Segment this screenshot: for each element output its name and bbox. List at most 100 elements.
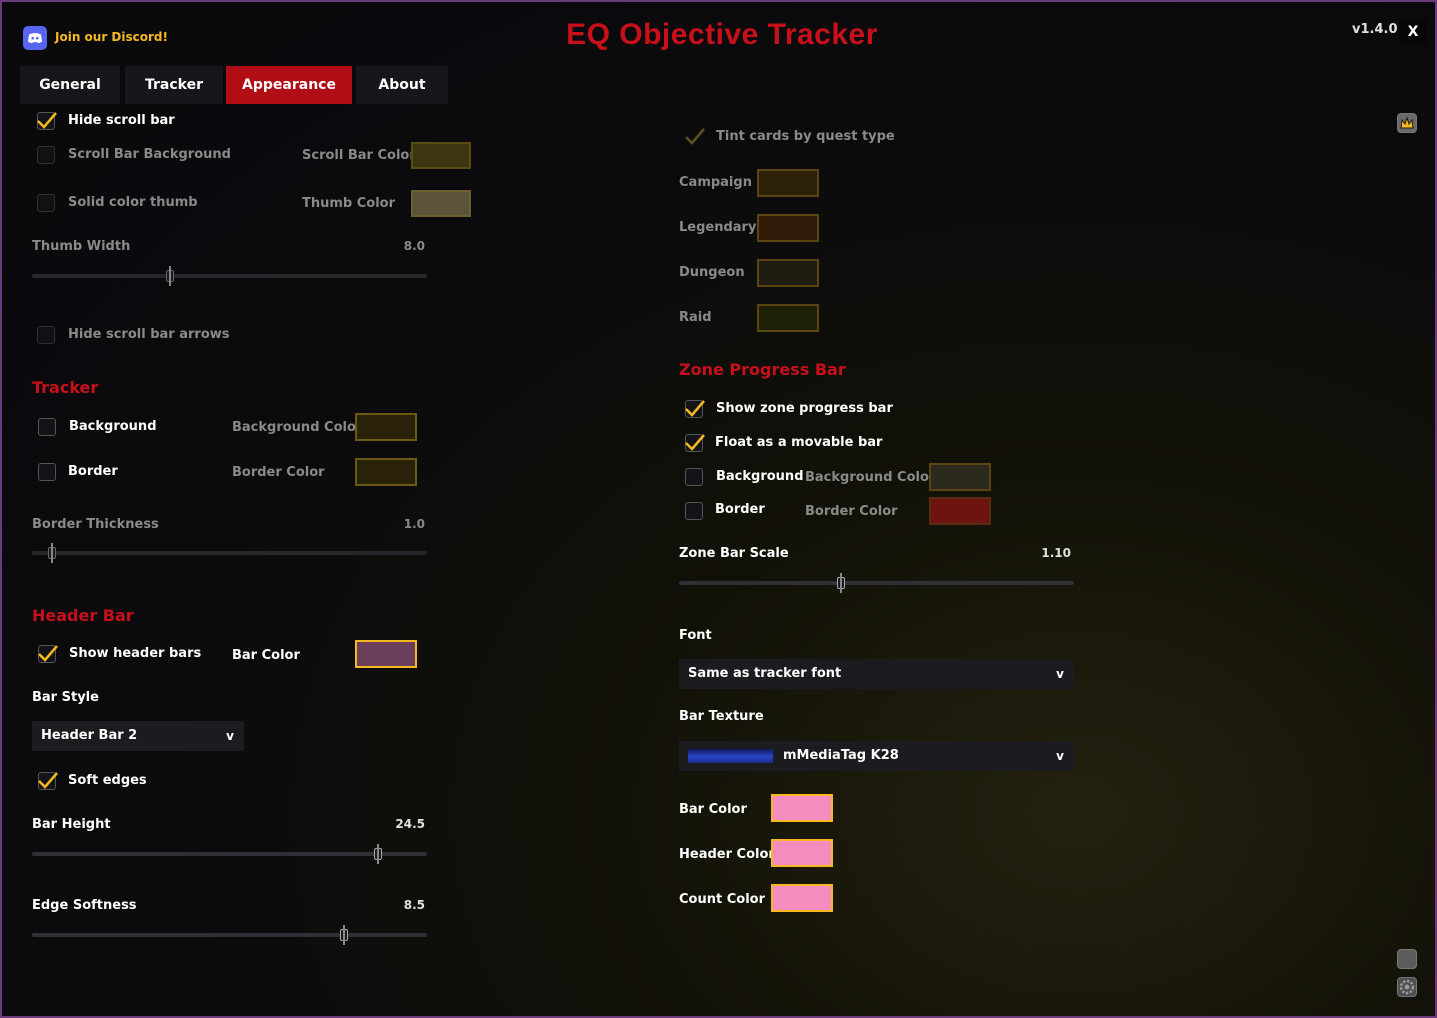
tracker-border-color-swatch[interactable] bbox=[355, 458, 417, 486]
bar-height-slider[interactable] bbox=[32, 844, 427, 864]
raid-label: Raid bbox=[679, 310, 712, 325]
scroll-bar-color-label: Scroll Bar Color bbox=[302, 148, 416, 163]
close-button[interactable]: X bbox=[1399, 18, 1427, 46]
bar-texture-dropdown[interactable]: mMediaTag K28 v bbox=[679, 741, 1074, 771]
close-icon: X bbox=[1407, 24, 1419, 40]
show-header-bars-checkbox[interactable] bbox=[38, 645, 58, 663]
zone-header-color-swatch[interactable] bbox=[771, 839, 833, 867]
crown-icon bbox=[1400, 116, 1414, 129]
gear-icon bbox=[1399, 979, 1415, 995]
tab-tracker[interactable]: Tracker bbox=[125, 66, 223, 104]
scroll-bar-background-checkbox[interactable] bbox=[37, 146, 55, 164]
font-dropdown[interactable]: Same as tracker font v bbox=[679, 659, 1074, 689]
zone-count-color-label: Count Color bbox=[679, 892, 765, 907]
tint-cards-checkbox[interactable] bbox=[685, 128, 705, 146]
chevron-down-icon: v bbox=[1056, 749, 1064, 763]
font-label: Font bbox=[679, 628, 712, 643]
tracker-section-title: Tracker bbox=[32, 378, 99, 397]
edge-softness-slider[interactable] bbox=[32, 925, 427, 945]
tab-general[interactable]: General bbox=[20, 66, 120, 104]
checkmark-icon bbox=[685, 434, 705, 451]
hide-scroll-bar-arrows-label: Hide scroll bar arrows bbox=[68, 327, 230, 342]
thumb-width-slider[interactable] bbox=[32, 266, 427, 286]
solid-color-thumb-label: Solid color thumb bbox=[68, 195, 198, 210]
zone-background-label: Background bbox=[716, 469, 804, 484]
tab-appearance[interactable]: Appearance bbox=[226, 66, 352, 104]
border-thickness-slider-thumb[interactable] bbox=[47, 543, 56, 563]
thumb-color-label: Thumb Color bbox=[302, 196, 396, 211]
tracker-background-color-swatch[interactable] bbox=[355, 413, 417, 441]
float-movable-checkbox[interactable] bbox=[685, 434, 705, 452]
bar-texture-preview bbox=[688, 749, 773, 763]
border-thickness-slider[interactable] bbox=[32, 543, 427, 563]
crown-button[interactable] bbox=[1397, 113, 1417, 133]
dungeon-color-swatch[interactable] bbox=[757, 259, 819, 287]
tint-cards-label: Tint cards by quest type bbox=[716, 129, 895, 144]
zone-border-color-swatch[interactable] bbox=[929, 497, 991, 525]
square-button[interactable] bbox=[1397, 949, 1417, 969]
legendary-color-swatch[interactable] bbox=[757, 214, 819, 242]
tracker-background-label: Background bbox=[69, 419, 157, 434]
thumb-color-swatch[interactable] bbox=[411, 190, 471, 217]
checkmark-icon bbox=[38, 645, 58, 662]
zone-background-color-swatch[interactable] bbox=[929, 463, 991, 491]
scroll-bar-color-swatch[interactable] bbox=[411, 142, 471, 169]
bar-texture-label: Bar Texture bbox=[679, 709, 764, 724]
settings-window: Join our Discord! EQ Objective Tracker v… bbox=[0, 0, 1437, 1018]
discord-logo-icon bbox=[23, 26, 47, 50]
checkmark-icon bbox=[685, 128, 705, 145]
border-thickness-label: Border Thickness bbox=[32, 517, 159, 532]
zone-bar-color-label: Bar Color bbox=[679, 802, 747, 817]
campaign-label: Campaign bbox=[679, 175, 752, 190]
tab-about[interactable]: About bbox=[356, 66, 448, 104]
checkmark-icon bbox=[685, 400, 705, 417]
thumb-width-slider-thumb[interactable] bbox=[166, 266, 175, 286]
chevron-down-icon: v bbox=[1056, 667, 1064, 681]
zone-bar-scale-slider-thumb[interactable] bbox=[836, 573, 845, 593]
font-value: Same as tracker font bbox=[688, 666, 842, 681]
dungeon-label: Dungeon bbox=[679, 265, 745, 280]
bar-height-slider-thumb[interactable] bbox=[373, 844, 382, 864]
version-label: v1.4.0 bbox=[1352, 22, 1398, 37]
zone-background-checkbox[interactable] bbox=[685, 468, 703, 486]
thumb-width-value: 8.0 bbox=[403, 239, 425, 253]
gear-button[interactable] bbox=[1397, 977, 1417, 997]
show-zone-progress-label: Show zone progress bar bbox=[716, 401, 893, 416]
zone-border-checkbox[interactable] bbox=[685, 502, 703, 520]
bar-style-dropdown[interactable]: Header Bar 2 v bbox=[32, 721, 244, 751]
zone-count-color-swatch[interactable] bbox=[771, 884, 833, 912]
tracker-border-color-label: Border Color bbox=[232, 465, 325, 480]
legendary-label: Legendary bbox=[679, 220, 757, 235]
bar-style-value: Header Bar 2 bbox=[41, 728, 138, 743]
edge-softness-slider-thumb[interactable] bbox=[340, 925, 349, 945]
bar-height-value: 24.5 bbox=[395, 817, 425, 831]
raid-color-swatch[interactable] bbox=[757, 304, 819, 332]
zone-bar-color-swatch[interactable] bbox=[771, 794, 833, 822]
hide-scroll-bar-label: Hide scroll bar bbox=[68, 113, 175, 128]
checkmark-icon bbox=[37, 112, 57, 129]
discord-label[interactable]: Join our Discord! bbox=[55, 30, 168, 44]
edge-softness-value: 8.5 bbox=[403, 898, 425, 912]
tracker-border-label: Border bbox=[68, 464, 118, 479]
zone-bar-scale-value: 1.10 bbox=[1041, 546, 1071, 560]
zone-border-label: Border bbox=[715, 502, 765, 517]
zone-header-color-label: Header Color bbox=[679, 847, 775, 862]
campaign-color-swatch[interactable] bbox=[757, 169, 819, 197]
soft-edges-checkbox[interactable] bbox=[38, 772, 58, 790]
tracker-background-checkbox[interactable] bbox=[38, 418, 56, 436]
header-bar-color-label: Bar Color bbox=[232, 648, 300, 663]
hide-scroll-bar-arrows-checkbox[interactable] bbox=[37, 326, 55, 344]
zone-bar-scale-slider[interactable] bbox=[679, 573, 1074, 593]
bar-height-label: Bar Height bbox=[32, 817, 111, 832]
tracker-border-checkbox[interactable] bbox=[38, 463, 56, 481]
solid-color-thumb-checkbox[interactable] bbox=[37, 194, 55, 212]
zone-progress-section-title: Zone Progress Bar bbox=[679, 360, 846, 379]
scroll-bar-background-label: Scroll Bar Background bbox=[68, 147, 231, 162]
float-movable-label: Float as a movable bar bbox=[715, 435, 883, 450]
bar-texture-value: mMediaTag K28 bbox=[783, 748, 899, 763]
hide-scroll-bar-checkbox[interactable] bbox=[37, 112, 57, 130]
bar-style-label: Bar Style bbox=[32, 690, 99, 705]
checkmark-icon bbox=[38, 772, 58, 789]
header-bar-color-swatch[interactable] bbox=[355, 640, 417, 668]
show-zone-progress-checkbox[interactable] bbox=[685, 400, 705, 418]
